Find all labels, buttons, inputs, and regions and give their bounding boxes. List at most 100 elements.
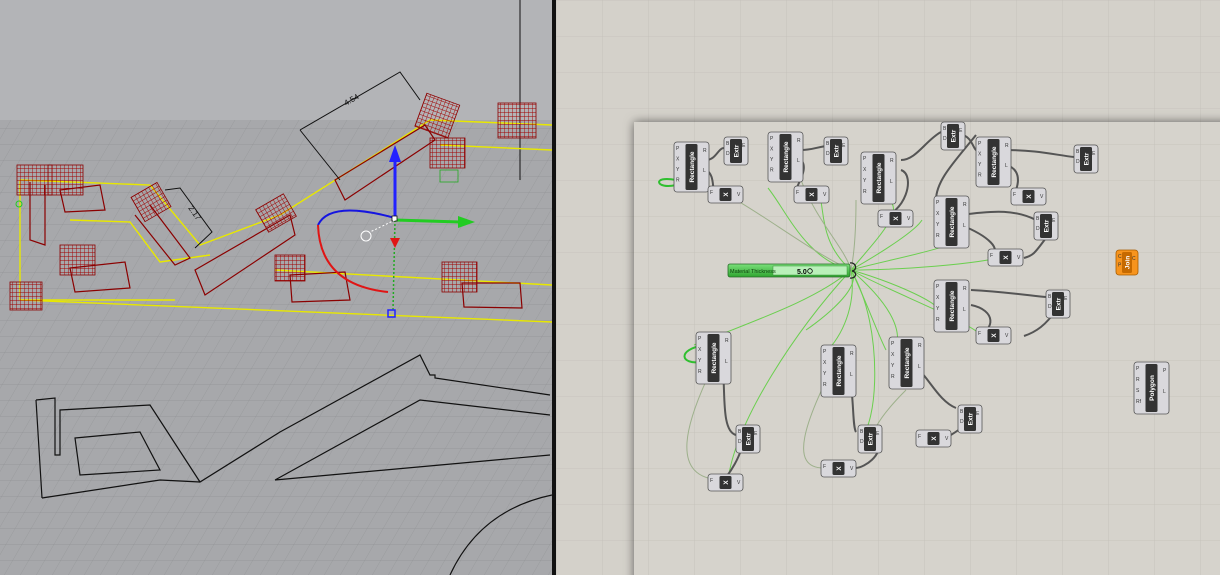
component-extr-node[interactable]: ExtrBDE [1045,289,1071,319]
input-port[interactable]: F [710,478,713,484]
component-label: X [809,192,816,197]
input-port[interactable]: R [676,178,680,184]
input-port[interactable]: D [960,419,964,425]
input-port[interactable]: D [726,151,730,157]
component-label: Extr [950,129,957,142]
component-label: Extr [833,144,840,157]
component-extr-node[interactable]: ExtrBDE [735,424,761,454]
input-port[interactable]: D [943,136,947,142]
output-port[interactable]: R [850,351,854,357]
input-port[interactable]: Rf [1136,399,1142,405]
component-join-node[interactable]: JoinCPC [1115,249,1139,276]
input-port[interactable]: R [823,382,827,388]
component-label: Rectangle [689,151,696,182]
component-extr-node[interactable]: ExtrBDE [857,424,883,454]
input-port[interactable]: D [826,151,830,157]
component-x-node[interactable]: XF V [915,429,952,448]
output-port[interactable]: R [703,148,707,154]
component-rectangle-node[interactable]: RectanglePXYRRL [820,344,857,398]
input-port[interactable]: C [1118,254,1122,260]
component-label: X [723,192,730,197]
component-x-node[interactable]: XF V [975,326,1012,345]
component-rectangle-node[interactable]: RectanglePXYRRL [933,195,970,249]
component-x-node[interactable]: XF V [877,209,914,228]
input-port[interactable]: D [860,439,864,445]
input-port[interactable]: D [1076,159,1080,165]
output-port[interactable]: L [725,359,728,365]
output-port[interactable]: R [725,338,729,344]
output-port[interactable]: L [963,223,966,229]
input-port[interactable]: R [936,317,940,323]
component-extr-node[interactable]: ExtrBDE [723,136,749,166]
component-label: Polygon [1149,375,1156,401]
component-extr-node[interactable]: ExtrBDE [1033,211,1059,241]
component-x-node[interactable]: XF V [1010,187,1047,206]
output-port[interactable]: L [1005,163,1008,169]
component-rectangle-node[interactable]: RectanglePXYRRL [888,336,925,390]
output-port[interactable]: L [890,179,893,185]
input-port[interactable]: R [1136,377,1140,383]
component-rectangle-node[interactable]: RectanglePXYRRL [975,136,1012,188]
component-label: Extr [867,432,874,445]
input-port[interactable]: F [796,190,799,196]
input-port[interactable]: R [978,173,982,179]
output-port[interactable]: R [1005,143,1009,149]
component-extr-node[interactable]: ExtrBDE [1073,144,1099,174]
component-extr-node[interactable]: ExtrBDE [957,404,983,434]
input-port[interactable]: D [1048,304,1052,310]
input-port[interactable]: F [978,331,981,337]
output-port[interactable]: L [850,372,853,378]
output-port[interactable]: R [918,343,922,349]
component-x-node[interactable]: XF V [987,248,1024,267]
input-port[interactable]: D [1036,226,1040,232]
input-port[interactable]: D [738,439,742,445]
input-port[interactable]: R [863,189,867,195]
input-port[interactable]: F [710,190,713,196]
input-port[interactable]: R [770,168,774,174]
component-x-node[interactable]: XF V [707,473,744,492]
output-port[interactable]: L [703,168,706,174]
input-port[interactable]: F [823,464,826,470]
component-rectangle-node[interactable]: RectanglePXYRRL [673,141,710,193]
component-label: Extr [967,412,974,425]
component-rectangle-node[interactable]: RectanglePXYRRL [860,151,897,205]
component-x-node[interactable]: XF V [820,459,857,478]
output-port[interactable]: R [963,202,967,208]
component-label: Extr [1055,297,1062,310]
input-port[interactable]: F [880,214,883,220]
component-label: Extr [745,432,752,445]
component-label: X [1003,255,1010,260]
output-port[interactable]: C [1132,256,1136,262]
component-rectangle-node[interactable]: RectanglePXYRRL [933,279,970,333]
component-extr-node[interactable]: ExtrBDE [940,121,966,151]
input-port[interactable]: R [936,233,940,239]
input-port[interactable]: F [918,434,921,440]
output-port[interactable]: R [963,286,967,292]
grasshopper-canvas[interactable]: Material Thickness 5.0 Rectangle P X Y R R L Ex… [556,0,1220,575]
viewport-scene[interactable]: 4.54 2.17 [0,0,552,575]
component-extr-node[interactable]: ExtrBDE [823,136,849,166]
component-rectangle-node[interactable]: RectanglePXYRRL [767,131,804,183]
output-port[interactable]: L [918,364,921,370]
component-label: Rectangle [836,355,843,386]
component-label: Join [1124,256,1131,269]
component-rectangle-node[interactable]: RectanglePXYRRL [695,331,732,385]
y-axis-arrow[interactable] [394,218,461,224]
material-thickness-slider[interactable]: Material Thickness 5.0 [727,262,857,279]
canvas-area[interactable]: Material Thickness 5.0 RectanglePXYRRLEx… [556,0,1220,575]
output-port[interactable]: L [797,158,800,164]
input-port[interactable]: F [990,253,993,259]
component-x-node[interactable]: XF V [707,185,744,204]
input-port[interactable]: R [891,374,895,380]
component-label: X [723,480,730,485]
input-port[interactable]: R [698,369,702,375]
component-polygon-node[interactable]: PolygonPRSRfPL [1133,361,1170,415]
output-port[interactable]: R [797,138,801,144]
output-port[interactable]: L [963,307,966,313]
input-port[interactable]: F [1013,192,1016,198]
output-port[interactable]: R [890,158,894,164]
component-x-node[interactable]: XF V [793,185,830,204]
output-port[interactable]: L [1163,389,1166,395]
component-label: Rectangle [783,141,790,172]
rhino-perspective-viewport[interactable]: 4.54 2.17 [0,0,552,575]
